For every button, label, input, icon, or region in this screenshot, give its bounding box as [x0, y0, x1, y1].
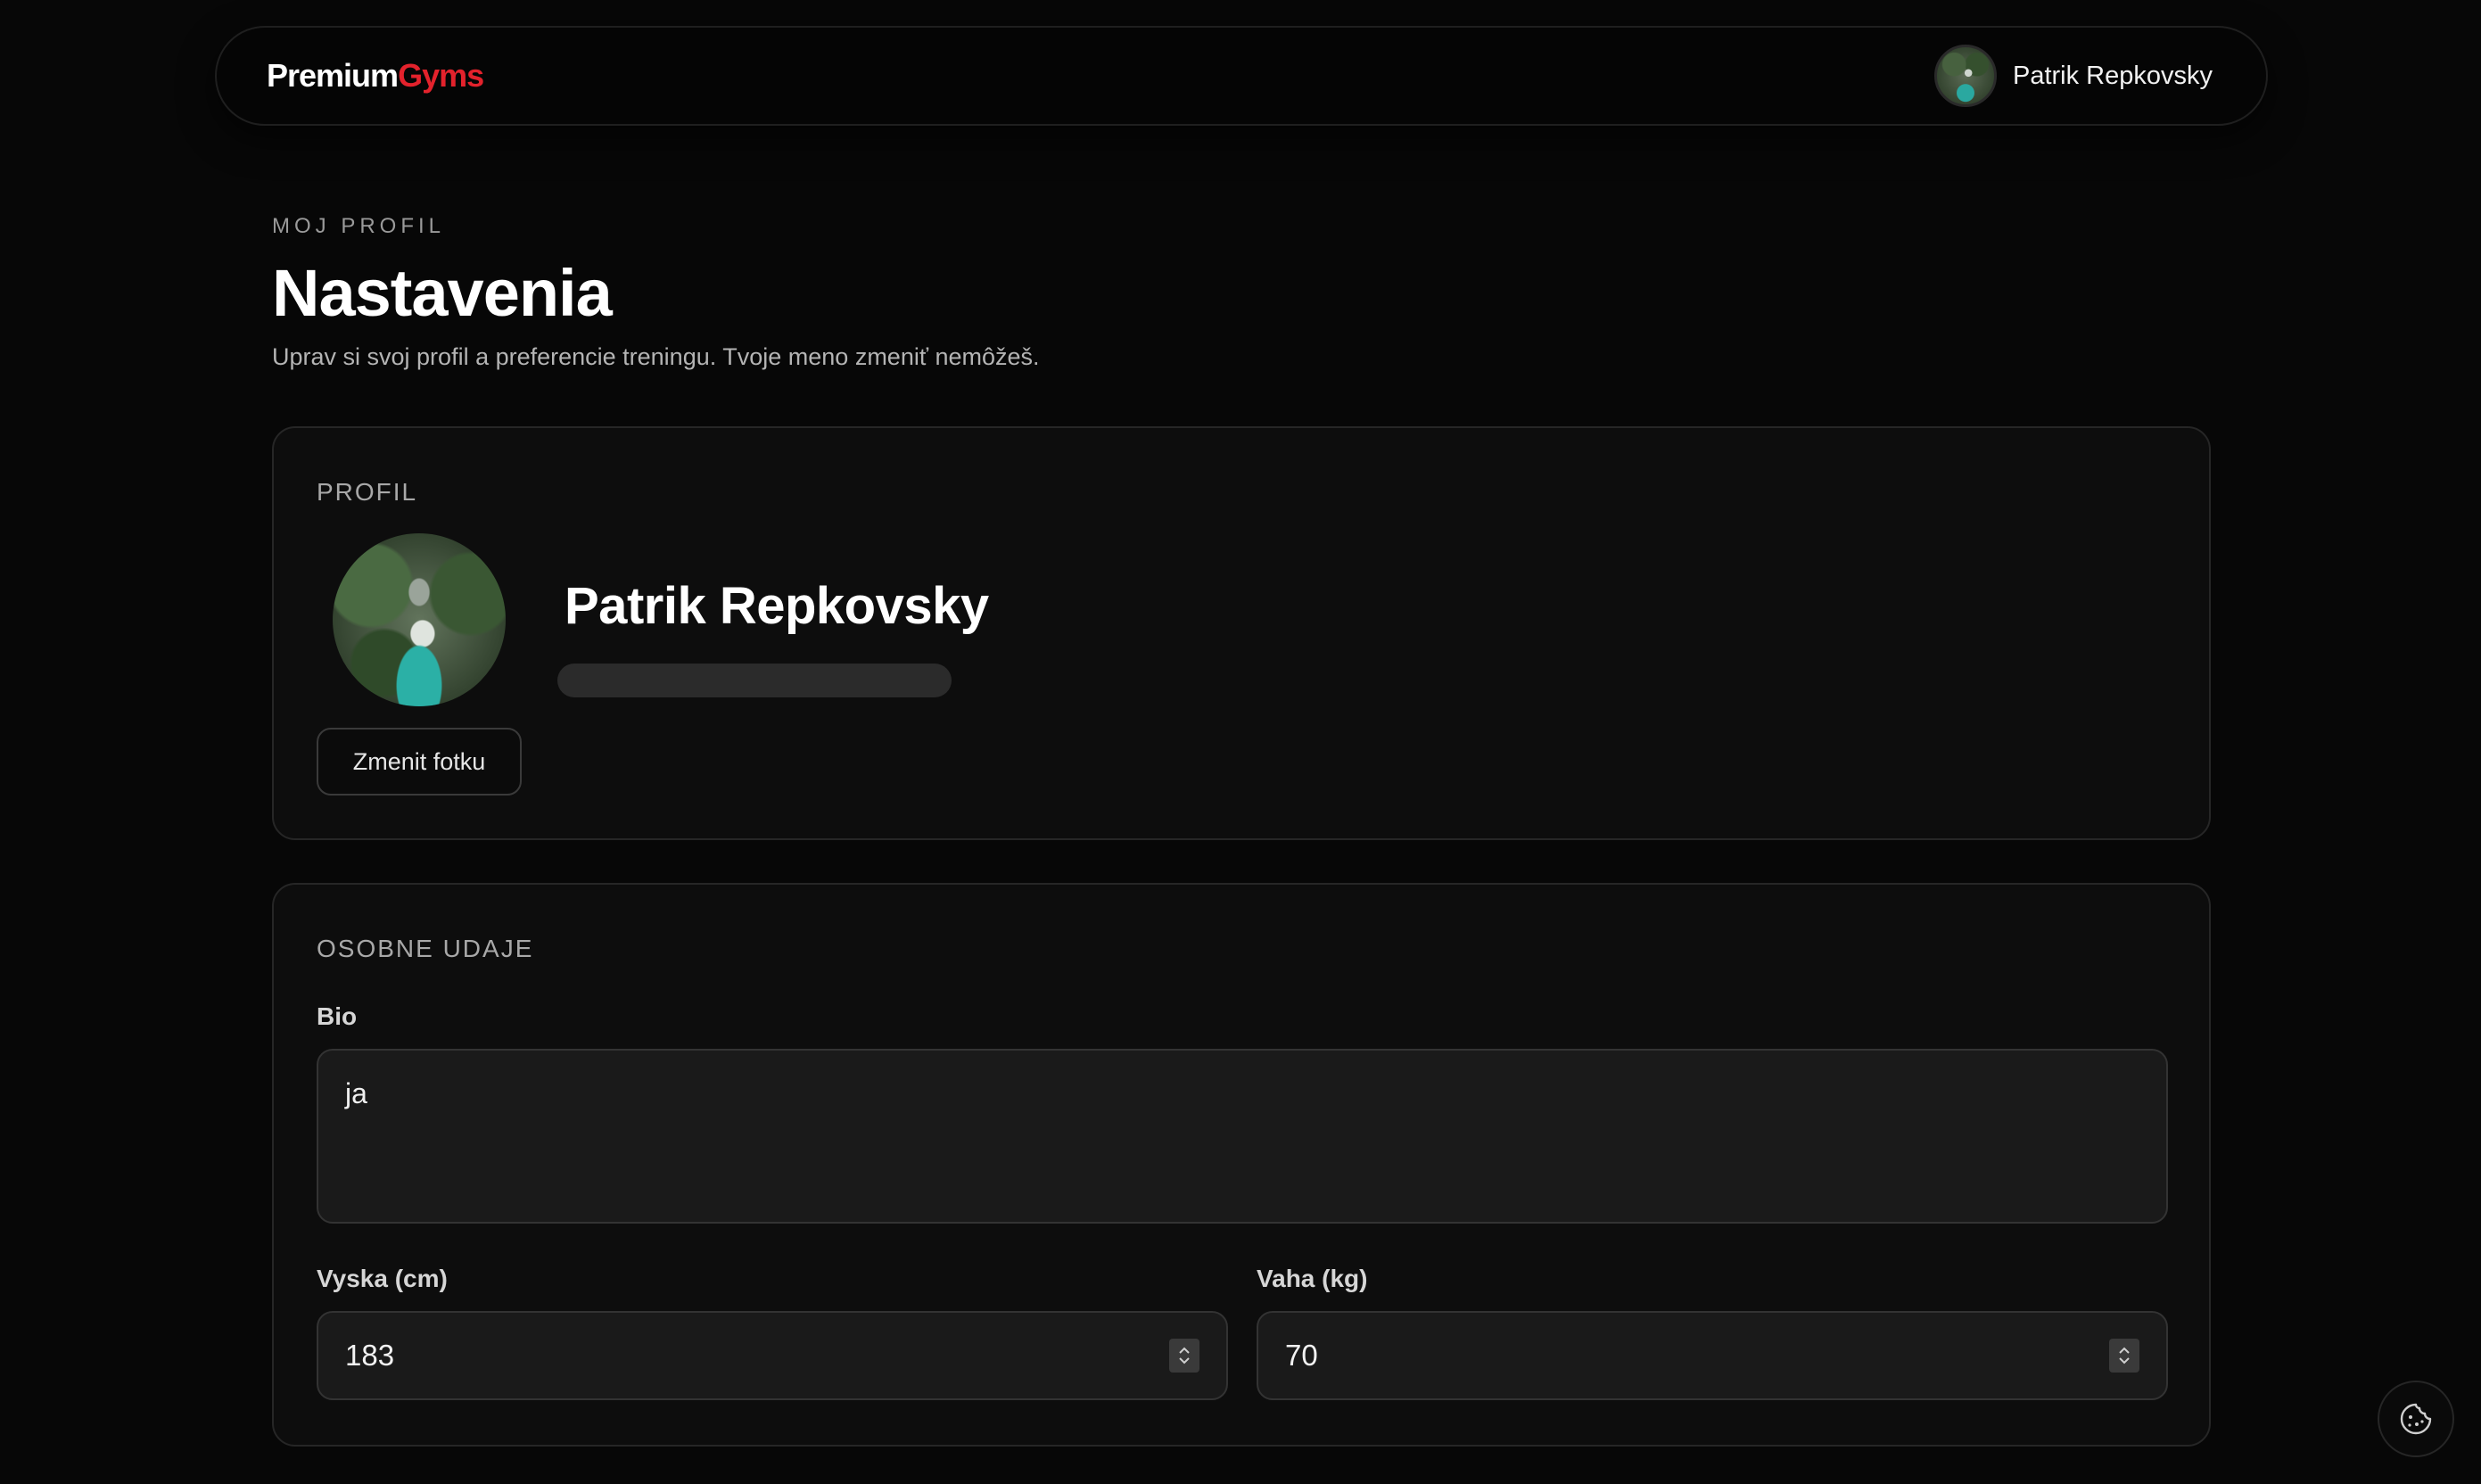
height-value: 183 [345, 1339, 395, 1372]
user-menu[interactable]: Patrik Repkovsky [1933, 45, 2213, 107]
brand-accent: Gyms [398, 57, 484, 94]
height-stepper-icon[interactable] [1169, 1339, 1199, 1373]
bio-textarea[interactable]: ja [317, 1049, 2168, 1224]
profile-card-title: PROFIL [317, 478, 418, 506]
weight-value: 70 [1285, 1339, 1318, 1372]
page-title: Nastavenia [272, 256, 613, 330]
avatar[interactable] [1933, 45, 1997, 107]
weight-input[interactable]: 70 [1257, 1311, 2168, 1400]
header-user-name: Patrik Repkovsky [2012, 61, 2213, 90]
weight-label: Vaha (kg) [1257, 1265, 1368, 1292]
profile-avatar [333, 533, 506, 706]
brand-primary: Premium [267, 57, 399, 94]
chevron-up-down-icon [2119, 1347, 2130, 1364]
cookie-settings-button[interactable] [2378, 1381, 2454, 1457]
personal-card-title: OSOBNE UDAJE [317, 935, 534, 962]
loading-skeleton [557, 664, 952, 697]
profile-card: PROFIL Patrik Repkovsky Zmenit fotku [272, 426, 2211, 840]
personal-data-card: OSOBNE UDAJE Bio ja Vyska (cm) 183 Vaha … [272, 883, 2211, 1447]
cookie-icon [2400, 1403, 2432, 1435]
bio-label: Bio [317, 1002, 358, 1030]
height-input[interactable]: 183 [317, 1311, 1228, 1400]
height-label: Vyska (cm) [317, 1265, 448, 1292]
change-photo-button[interactable]: Zmenit fotku [317, 728, 522, 796]
page-subtitle: Uprav si svoj profil a preferencie treni… [272, 343, 1040, 370]
chevron-up-down-icon [1179, 1347, 1190, 1364]
page-eyebrow: MOJ PROFIL [272, 214, 446, 238]
weight-stepper-icon[interactable] [2109, 1339, 2139, 1373]
settings-main: MOJ PROFIL Nastavenia Uprav si svoj prof… [272, 214, 2211, 1447]
profile-name: Patrik Repkovsky [565, 577, 989, 635]
brand-logo[interactable]: Premium Gyms [267, 57, 484, 95]
top-navbar: Premium Gyms Patrik Repkovsky [215, 26, 2268, 126]
